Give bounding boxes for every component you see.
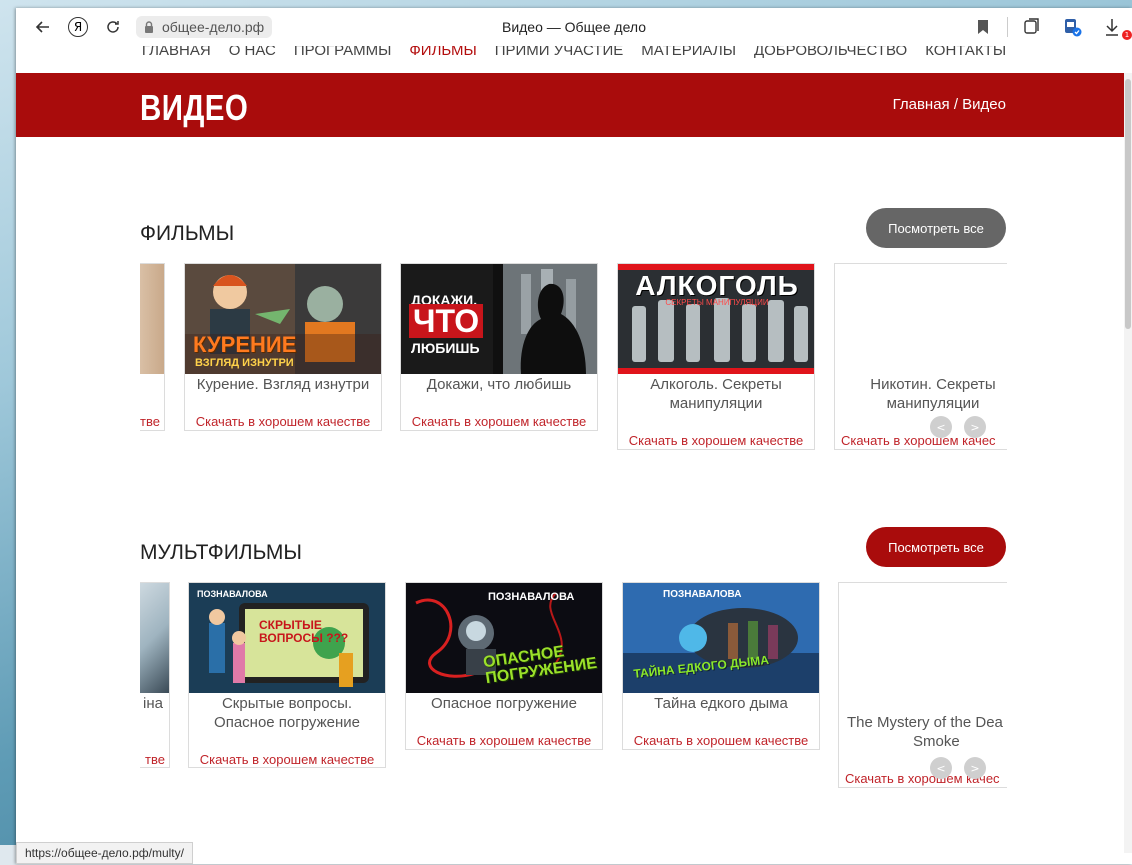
film-caption[interactable]: Курение. Взгляд изнутри bbox=[185, 375, 381, 394]
toolbar-right: 1 bbox=[963, 8, 1132, 46]
film-thumbnail[interactable]: ДОКАЖИ, ЧТО ЛЮБИШЬ bbox=[401, 264, 597, 374]
collections-button[interactable] bbox=[1012, 8, 1052, 46]
cartoons-carousel: іна тве СКРЫТЫЕ ВОПРОСЫ ??? ПОЗНАВАЛОВА … bbox=[140, 582, 1007, 792]
download-link[interactable]: тве bbox=[140, 414, 164, 429]
films-next-arrow[interactable]: > bbox=[964, 416, 986, 438]
download-link[interactable]: Скачать в хорошем качестве bbox=[623, 733, 819, 748]
films-prev-arrow[interactable]: < bbox=[930, 416, 952, 438]
nav-item-participate[interactable]: ПРИМИ УЧАСТИЕ bbox=[486, 46, 633, 73]
film-caption-line-2[interactable]: манипуляции bbox=[835, 394, 1007, 413]
cartoon-caption[interactable]: Опасное погружение bbox=[406, 694, 602, 713]
cartoon-caption[interactable]: Тайна едкого дыма bbox=[623, 694, 819, 713]
nav-item-programs[interactable]: ПРОГРАММЫ bbox=[285, 46, 401, 73]
cartoon-caption-line-2[interactable]: Опасное погружение bbox=[189, 713, 385, 732]
download-icon bbox=[1106, 19, 1118, 36]
download-link[interactable]: Скачать в хорошем качестве bbox=[185, 414, 381, 429]
extension-icon bbox=[1065, 19, 1082, 37]
nav-item-volunteering[interactable]: ДОБРОВОЛЬЧЕСТВО bbox=[745, 46, 916, 73]
cartoon-card[interactable]: СКРЫТЫЕ ВОПРОСЫ ??? ПОЗНАВАЛОВА Скрытые … bbox=[188, 582, 386, 768]
arrow-left-icon bbox=[35, 21, 49, 33]
cartoon-thumbnail[interactable]: ОПАСНОЕ ПОГРУЖЕНИЕ ПОЗНАВАЛОВА bbox=[406, 583, 602, 693]
download-link[interactable]: тве bbox=[140, 752, 169, 767]
cartoon-card[interactable]: ТАЙНА ЕДКОГО ДЫМА ПОЗНАВАЛОВА Тайна едко… bbox=[622, 582, 820, 750]
download-link[interactable]: Скачать в хорошем качестве bbox=[401, 414, 597, 429]
nav-item-contacts[interactable]: КОНТАКТЫ bbox=[916, 46, 1015, 73]
bookmark-icon bbox=[978, 20, 988, 34]
films-section-title: ФИЛЬМЫ bbox=[140, 222, 235, 245]
download-link[interactable]: Скачать в хорошем качестве bbox=[618, 433, 814, 448]
page-scrollbar[interactable] bbox=[1124, 73, 1132, 853]
cartoon-thumbnail[interactable]: СКРЫТЫЕ ВОПРОСЫ ??? ПОЗНАВАЛОВА bbox=[189, 583, 385, 693]
status-bar-url: https://общее-дело.рф/multy/ bbox=[16, 842, 193, 864]
thumbnail-line-2: ЧТО bbox=[409, 304, 484, 338]
reload-button[interactable] bbox=[96, 10, 130, 44]
cartoons-view-all-button[interactable]: Посмотреть все bbox=[866, 527, 1006, 567]
toolbar-divider bbox=[1007, 17, 1008, 37]
address-text: общее-дело.рф bbox=[162, 19, 265, 35]
film-thumbnail bbox=[140, 264, 164, 374]
cartoon-thumbnail[interactable]: ТАЙНА ЕДКОГО ДЫМА ПОЗНАВАЛОВА bbox=[623, 583, 819, 693]
thumbnail-title: КУРЕНИЕ bbox=[193, 332, 297, 357]
film-card-partial[interactable]: тве bbox=[140, 263, 165, 431]
breadcrumb[interactable]: Главная / Видео bbox=[893, 96, 1006, 113]
extension-button[interactable] bbox=[1052, 8, 1092, 46]
thumbnail-brand: ПОЗНАВАЛОВА bbox=[197, 589, 268, 599]
yandex-icon[interactable]: Я bbox=[68, 17, 88, 37]
browser-toolbar: Я общее-дело.рф Видео — Общее дело 1 bbox=[16, 8, 1132, 46]
thumbnail-subtitle: СЕКРЕТЫ МАНИПУЛЯЦИИ bbox=[665, 298, 769, 307]
film-caption-line-2[interactable]: манипуляции bbox=[618, 394, 814, 413]
thumbnail-subtitle: ВЗГЛЯД ИЗНУТРИ bbox=[195, 357, 294, 369]
cartoon-card[interactable]: ОПАСНОЕ ПОГРУЖЕНИЕ ПОЗНАВАЛОВА Опасное п… bbox=[405, 582, 603, 750]
film-caption[interactable]: Докажи, что любишь bbox=[401, 375, 597, 394]
nav-item-materials[interactable]: МАТЕРИАЛЫ bbox=[632, 46, 745, 73]
cartoon-caption-line-2[interactable]: Smoke bbox=[839, 732, 1007, 751]
film-card[interactable]: ДОКАЖИ, ЧТО ЛЮБИШЬ Докажи, что любишь Ск… bbox=[400, 263, 598, 431]
back-button[interactable] bbox=[26, 10, 60, 44]
film-card[interactable]: АЛКОГОЛЬ СЕКРЕТЫ МАНИПУЛЯЦИИ Алкоголь. С… bbox=[617, 263, 815, 450]
cartoon-card[interactable]: The Mystery of the Dea Smoke Скачать в х… bbox=[838, 582, 1007, 788]
thumbnail-line-3: ЛЮБИШЬ bbox=[411, 340, 480, 356]
reload-icon bbox=[107, 21, 119, 33]
cartoons-prev-arrow[interactable]: < bbox=[930, 757, 952, 779]
cartoons-next-arrow[interactable]: > bbox=[964, 757, 986, 779]
address-bar[interactable]: общее-дело.рф bbox=[136, 16, 273, 38]
download-link[interactable]: Скачать в хорошем качестве bbox=[406, 733, 602, 748]
collections-icon bbox=[1024, 18, 1039, 34]
cartoon-card-partial[interactable]: іна тве bbox=[140, 582, 170, 768]
film-caption-line-1[interactable]: Никотин. Секреты bbox=[835, 375, 1007, 394]
nav-item-films[interactable]: ФИЛЬМЫ bbox=[400, 46, 485, 73]
cartoon-caption-line-1[interactable]: Скрытые вопросы. bbox=[189, 694, 385, 713]
site-navigation: ГЛАВНАЯ О НАС ПРОГРАММЫ ФИЛЬМЫ ПРИМИ УЧА… bbox=[16, 46, 1132, 73]
film-card[interactable]: КУРЕНИЕ ВЗГЛЯД ИЗНУТРИ Курение. Взгляд и… bbox=[184, 263, 382, 431]
thumbnail-brand: ПОЗНАВАЛОВА bbox=[663, 589, 742, 600]
films-view-all-button[interactable]: Посмотреть все bbox=[866, 208, 1006, 248]
cartoon-caption[interactable]: іна bbox=[140, 694, 169, 713]
cartoons-section-title: МУЛЬТФИЛЬМЫ bbox=[140, 541, 302, 564]
lock-icon bbox=[145, 21, 153, 33]
film-thumbnail[interactable]: КУРЕНИЕ ВЗГЛЯД ИЗНУТРИ bbox=[185, 264, 381, 374]
browser-window: Я общее-дело.рф Видео — Общее дело 1 ГЛА… bbox=[16, 8, 1132, 864]
nav-item-about[interactable]: О НАС bbox=[220, 46, 285, 73]
download-link[interactable]: Скачать в хорошем качестве bbox=[189, 752, 385, 767]
page-title: ВИДЕО bbox=[140, 87, 249, 128]
film-thumbnail[interactable]: АЛКОГОЛЬ СЕКРЕТЫ МАНИПУЛЯЦИИ bbox=[618, 264, 814, 374]
download-badge: 1 bbox=[1122, 30, 1132, 40]
downloads-button[interactable]: 1 bbox=[1092, 8, 1132, 46]
page-header-banner: ВИДЕО Главная / Видео bbox=[16, 73, 1132, 137]
thumbnail-title: СКРЫТЫЕ ВОПРОСЫ ??? bbox=[259, 618, 349, 645]
nav-item-home[interactable]: ГЛАВНАЯ bbox=[133, 46, 220, 73]
film-caption-line-1[interactable]: Алкоголь. Секреты bbox=[618, 375, 814, 394]
cartoon-thumbnail bbox=[140, 583, 169, 693]
scrollbar-thumb[interactable] bbox=[1125, 79, 1131, 329]
films-carousel: тве КУРЕНИЕ ВЗГЛЯД ИЗНУТРИ Курение. Взгл… bbox=[140, 263, 1007, 455]
cartoon-caption-line-1[interactable]: The Mystery of the Dea bbox=[839, 713, 1007, 732]
bookmark-button[interactable] bbox=[963, 8, 1003, 46]
thumbnail-brand: ПОЗНАВАЛОВА bbox=[488, 591, 575, 603]
